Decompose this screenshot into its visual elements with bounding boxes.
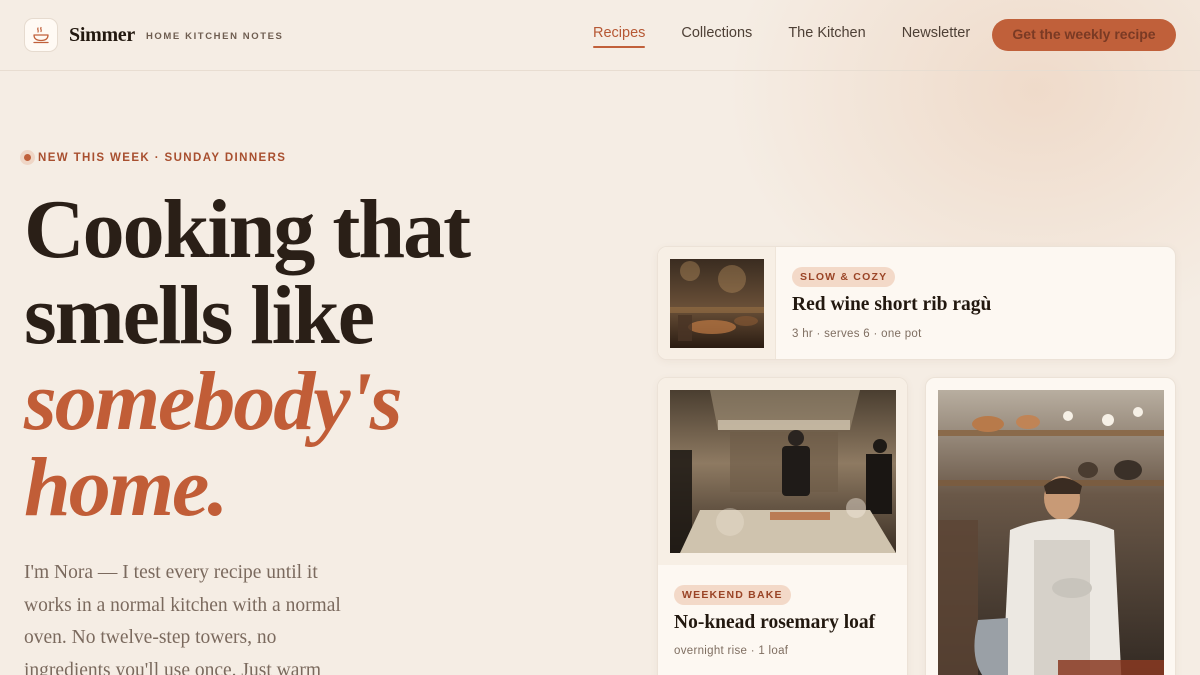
hero-headline: Cooking that smells like somebody's home… — [24, 187, 584, 531]
site-header: Simmer HOME KITCHEN NOTES Recipes Collec… — [0, 0, 1200, 71]
nav-recipes[interactable]: Recipes — [593, 25, 646, 48]
loaf-recipe-card[interactable]: WEEKEND BAKE No-knead rosemary loaf over… — [657, 377, 908, 675]
loaf-title[interactable]: No-knead rosemary loaf — [674, 612, 875, 634]
featured-recipe-card[interactable]: SLOW & COZY Red wine short rib ragù 3 hr… — [657, 246, 1176, 360]
kicker-text: NEW THIS WEEK · SUNDAY DINNERS — [38, 151, 287, 164]
headline-accent-2: home. — [24, 441, 228, 534]
hero-kicker: NEW THIS WEEK · SUNDAY DINNERS — [20, 150, 286, 165]
nav-newsletter[interactable]: Newsletter — [902, 25, 971, 45]
headline-accent-1: somebody's — [24, 355, 403, 448]
chef-photo-card[interactable] — [925, 377, 1176, 675]
chef-cooking-photo — [938, 390, 1164, 675]
featured-title[interactable]: Red wine short rib ragù — [792, 294, 991, 316]
ragu-photo — [670, 259, 764, 348]
hero-intro: I'm Nora — I test every recipe until it … — [24, 562, 341, 675]
kitchen-chef-photo — [670, 390, 896, 553]
loaf-meta: overnight rise · 1 loaf — [674, 645, 789, 657]
brand-name[interactable]: Simmer — [69, 24, 135, 47]
main-nav: Recipes Collections The Kitchen Newslett… — [593, 0, 1006, 70]
nav-collections[interactable]: Collections — [681, 25, 752, 45]
headline-line-1: Cooking that — [24, 183, 471, 276]
steaming-pot-icon — [33, 26, 49, 44]
brand-tagline: HOME KITCHEN NOTES — [145, 30, 284, 42]
weekly-recipe-button[interactable]: Get the weekly recipe — [992, 19, 1176, 51]
featured-tag: SLOW & COZY — [792, 267, 896, 287]
nav-the-kitchen[interactable]: The Kitchen — [788, 25, 865, 45]
loaf-tag: WEEKEND BAKE — [674, 585, 791, 605]
featured-meta: 3 hr · serves 6 · one pot — [792, 328, 922, 340]
kicker-dot-icon — [20, 150, 35, 165]
logo[interactable] — [24, 18, 58, 52]
headline-line-2: smells like — [24, 269, 375, 362]
featured-thumb-frame — [658, 247, 776, 359]
